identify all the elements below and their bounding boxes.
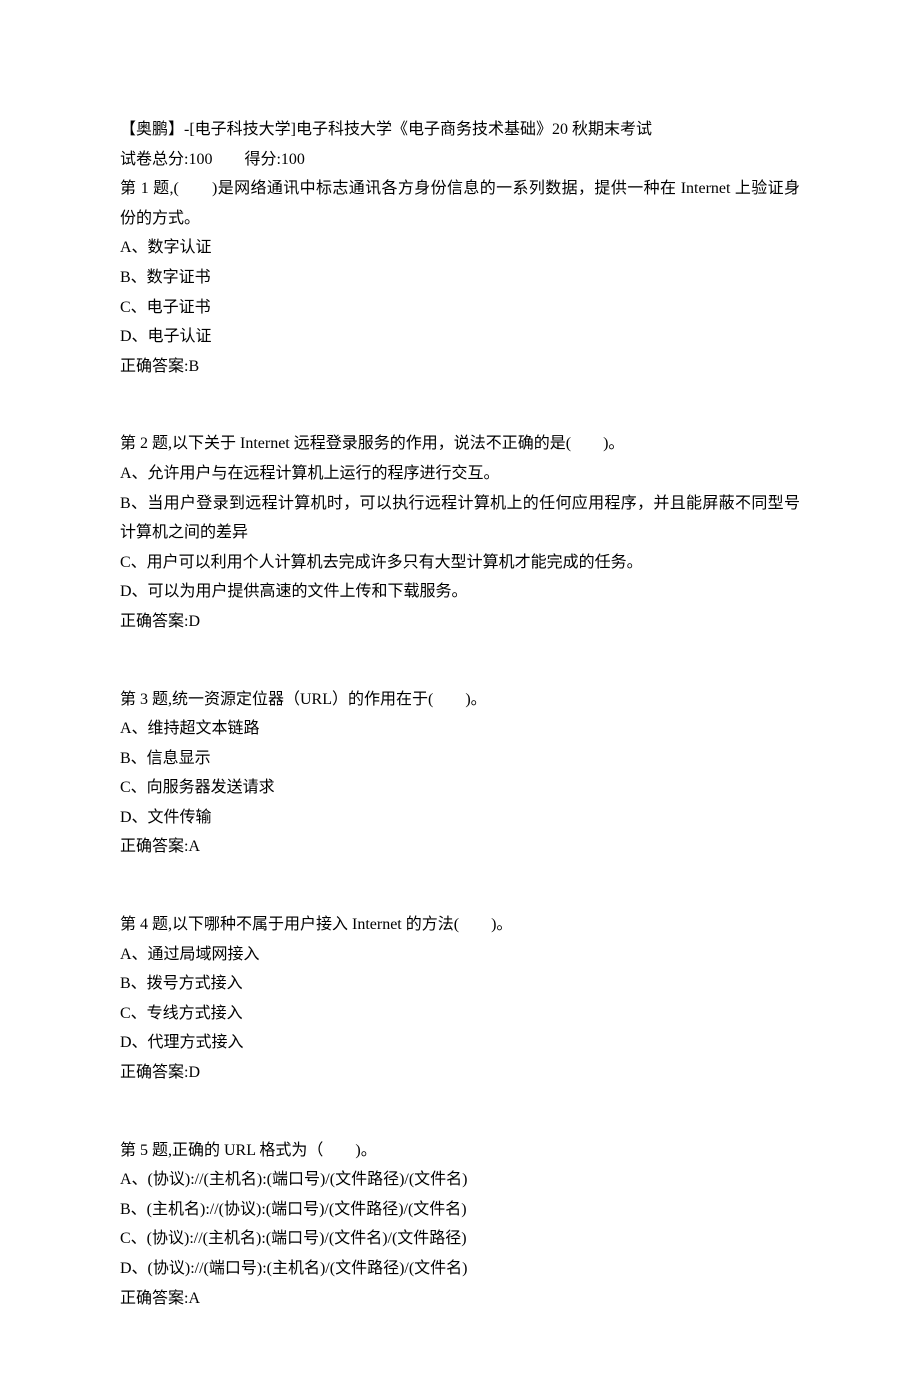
- question-answer: 正确答案:A: [120, 1284, 800, 1314]
- question-option: A、允许用户与在远程计算机上运行的程序进行交互。: [120, 459, 800, 489]
- question-option: B、当用户登录到远程计算机时，可以执行远程计算机上的任何应用程序，并且能屏蔽不同…: [120, 489, 800, 548]
- question-option: C、(协议)://(主机名):(端口号)/(文件名)/(文件路径): [120, 1224, 800, 1254]
- score-got-label: 得分:: [244, 151, 280, 168]
- score-total-value: 100: [188, 151, 212, 168]
- question-block: 第 3 题,统一资源定位器（URL）的作用在于( )。 A、维持超文本链路 B、…: [120, 685, 800, 863]
- question-answer: 正确答案:D: [120, 1058, 800, 1088]
- score-line: 试卷总分:100得分:100: [120, 145, 800, 175]
- question-answer: 正确答案:B: [120, 352, 800, 382]
- question-option: D、可以为用户提供高速的文件上传和下载服务。: [120, 577, 800, 607]
- question-option: C、向服务器发送请求: [120, 773, 800, 803]
- question-prompt: 第 2 题,以下关于 Internet 远程登录服务的作用，说法不正确的是( )…: [120, 429, 800, 459]
- question-block: 第 4 题,以下哪种不属于用户接入 Internet 的方法( )。 A、通过局…: [120, 910, 800, 1088]
- question-prompt: 第 3 题,统一资源定位器（URL）的作用在于( )。: [120, 685, 800, 715]
- question-option: B、(主机名)://(协议):(端口号)/(文件路径)/(文件名): [120, 1195, 800, 1225]
- question-option: B、数字证书: [120, 263, 800, 293]
- score-total-label: 试卷总分:: [120, 151, 188, 168]
- question-option: A、维持超文本链路: [120, 714, 800, 744]
- question-option: D、(协议)://(端口号):(主机名)/(文件路径)/(文件名): [120, 1254, 800, 1284]
- question-option: C、专线方式接入: [120, 999, 800, 1029]
- question-option: D、代理方式接入: [120, 1028, 800, 1058]
- question-option: D、文件传输: [120, 803, 800, 833]
- question-prompt: 第 1 题,( )是网络通讯中标志通讯各方身份信息的一系列数据，提供一种在 In…: [120, 174, 800, 233]
- question-answer: 正确答案:A: [120, 832, 800, 862]
- question-block: 第 5 题,正确的 URL 格式为（ )。 A、(协议)://(主机名):(端口…: [120, 1136, 800, 1314]
- question-answer: 正确答案:D: [120, 607, 800, 637]
- question-prompt: 第 4 题,以下哪种不属于用户接入 Internet 的方法( )。: [120, 910, 800, 940]
- question-option: A、通过局域网接入: [120, 940, 800, 970]
- question-option: A、数字认证: [120, 233, 800, 263]
- document-page: 【奥鹏】-[电子科技大学]电子科技大学《电子商务技术基础》20 秋期末考试 试卷…: [0, 0, 920, 1373]
- question-option: B、信息显示: [120, 744, 800, 774]
- question-option: B、拨号方式接入: [120, 969, 800, 999]
- question-block: 第 1 题,( )是网络通讯中标志通讯各方身份信息的一系列数据，提供一种在 In…: [120, 174, 800, 381]
- question-option: D、电子认证: [120, 322, 800, 352]
- question-block: 第 2 题,以下关于 Internet 远程登录服务的作用，说法不正确的是( )…: [120, 429, 800, 636]
- question-option: C、电子证书: [120, 293, 800, 323]
- question-option: A、(协议)://(主机名):(端口号)/(文件路径)/(文件名): [120, 1165, 800, 1195]
- question-prompt: 第 5 题,正确的 URL 格式为（ )。: [120, 1136, 800, 1166]
- document-title: 【奥鹏】-[电子科技大学]电子科技大学《电子商务技术基础》20 秋期末考试: [120, 115, 800, 145]
- question-option: C、用户可以利用个人计算机去完成许多只有大型计算机才能完成的任务。: [120, 548, 800, 578]
- score-got-value: 100: [281, 151, 305, 168]
